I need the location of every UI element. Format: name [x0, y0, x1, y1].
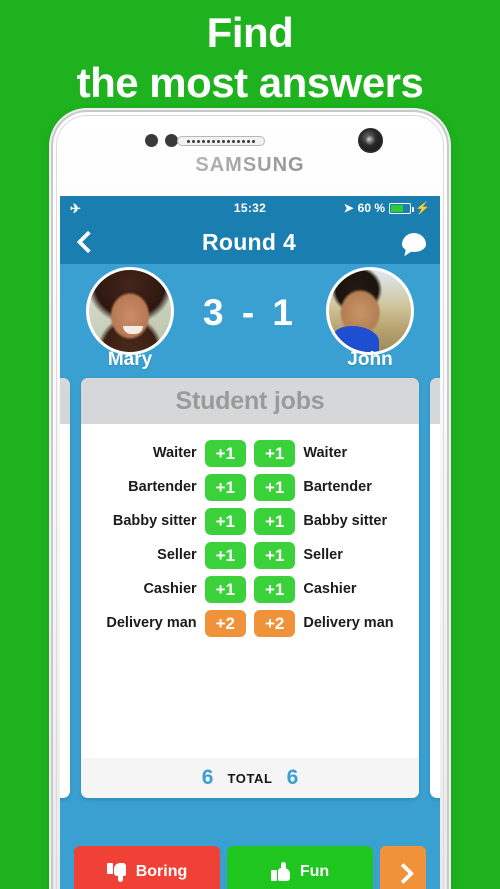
- card-previous-header: [60, 378, 70, 424]
- answer-left-label: Delivery man: [106, 615, 197, 631]
- phone-screen: ✈ 15:32 ➤ 60 % ⚡ Round 4 Mary 3 - 1 John…: [60, 196, 440, 889]
- answer-right-label: Babby sitter: [303, 513, 388, 529]
- status-bar-time: 15:32: [233, 201, 267, 215]
- card-title: Student jobs: [81, 378, 419, 424]
- fun-button-label: Fun: [299, 863, 330, 880]
- thumbs-up-icon: [270, 862, 291, 882]
- card-next[interactable]: [430, 378, 440, 798]
- lightning-bolt-icon: ⚡: [415, 201, 430, 215]
- answer-left-points: +1: [204, 473, 246, 501]
- scoreboard: Mary 3 - 1 John: [60, 264, 440, 374]
- answer-right-label: Delivery man: [303, 615, 394, 631]
- proximity-sensor-icon: [145, 134, 158, 147]
- player-left-name: Mary: [107, 349, 153, 370]
- sensor-cluster: [145, 134, 178, 147]
- card-next-header: [430, 378, 440, 424]
- chat-bubble-icon[interactable]: [402, 232, 426, 252]
- airplane-icon: ✈: [70, 200, 81, 216]
- answer-right-points: +1: [254, 439, 296, 467]
- answer-left-label: Cashier: [143, 581, 197, 597]
- answer-left-label: Babby sitter: [112, 513, 197, 529]
- card-answer-list: Waiter +1 +1 Waiter Bartender +1 +1 Bart…: [81, 424, 419, 640]
- answer-right-label: Seller: [303, 547, 343, 563]
- answer-left-points: +1: [204, 575, 246, 603]
- avatar-mary: [86, 267, 174, 355]
- promo-headline-line-1: Find: [206, 9, 294, 56]
- player-left[interactable]: Mary: [76, 267, 184, 371]
- promo-headline: Find the most answers: [0, 0, 500, 112]
- thumbs-down-icon: [106, 862, 127, 882]
- answer-right-points: +1: [254, 507, 296, 535]
- earpiece-speaker-icon: [177, 136, 265, 146]
- battery-percent-label: 60 %: [357, 201, 386, 215]
- answer-row: Delivery man +2 +2 Delivery man: [95, 606, 405, 640]
- answer-left-label: Seller: [157, 547, 197, 563]
- battery-icon: [389, 202, 415, 214]
- status-bar-right: ➤ 60 % ⚡: [311, 201, 430, 215]
- total-label: TOTAL: [227, 770, 273, 786]
- answer-row: Seller +1 +1 Seller: [95, 538, 405, 572]
- boring-button[interactable]: Boring: [74, 846, 220, 889]
- front-camera-icon: [358, 128, 383, 153]
- chevron-right-icon: [394, 863, 412, 881]
- status-bar: ✈ 15:32 ➤ 60 % ⚡: [60, 196, 440, 220]
- answer-left-points: +1: [204, 541, 246, 569]
- player-right[interactable]: John: [316, 267, 424, 371]
- action-bar: Boring Fun: [60, 836, 440, 889]
- answer-right-label: Cashier: [303, 581, 357, 597]
- player-right-name: John: [347, 349, 393, 370]
- total-left-value: 6: [201, 766, 214, 789]
- answer-left-points: +2: [204, 609, 246, 637]
- phone-mockup: SAMSUNG ✈ 15:32 ➤ 60 % ⚡ Round 4 Mary 3 …: [53, 112, 447, 889]
- answer-left-label: Waiter: [152, 445, 197, 461]
- answer-row: Bartender +1 +1 Bartender: [95, 470, 405, 504]
- promo-headline-line-2: the most answers: [76, 59, 424, 106]
- phone-top-bezel: SAMSUNG: [53, 112, 447, 196]
- boring-button-label: Boring: [135, 863, 188, 880]
- card-previous[interactable]: [60, 378, 70, 798]
- answer-left-points: +1: [204, 507, 246, 535]
- answer-right-points: +1: [254, 473, 296, 501]
- answer-right-label: Bartender: [303, 479, 372, 495]
- answer-right-points: +2: [254, 609, 296, 637]
- chevron-left-icon[interactable]: [74, 231, 96, 253]
- answer-left-label: Bartender: [128, 479, 197, 495]
- card-total-footer: 6 TOTAL 6: [81, 758, 419, 798]
- answer-row: Cashier +1 +1 Cashier: [95, 572, 405, 606]
- answer-right-points: +1: [254, 541, 296, 569]
- card-carousel[interactable]: Student jobs Waiter +1 +1 Waiter Bartend…: [60, 374, 440, 814]
- answer-right-label: Waiter: [303, 445, 348, 461]
- device-brand-logo: SAMSUNG: [53, 154, 447, 177]
- total-right-value: 6: [286, 766, 299, 789]
- question-card[interactable]: Student jobs Waiter +1 +1 Waiter Bartend…: [81, 378, 419, 798]
- score-value: 3 - 1: [202, 292, 298, 333]
- next-button[interactable]: [380, 846, 426, 889]
- page-title: Round 4: [201, 228, 297, 255]
- answer-right-points: +1: [254, 575, 296, 603]
- location-arrow-icon: ➤: [343, 201, 354, 215]
- status-bar-left: ✈: [70, 202, 189, 215]
- answer-row: Waiter +1 +1 Waiter: [95, 436, 405, 470]
- avatar-john: [326, 267, 414, 355]
- answer-row: Babby sitter +1 +1 Babby sitter: [95, 504, 405, 538]
- answer-left-points: +1: [204, 439, 246, 467]
- fun-button[interactable]: Fun: [227, 846, 373, 889]
- nav-bar: Round 4: [60, 220, 440, 264]
